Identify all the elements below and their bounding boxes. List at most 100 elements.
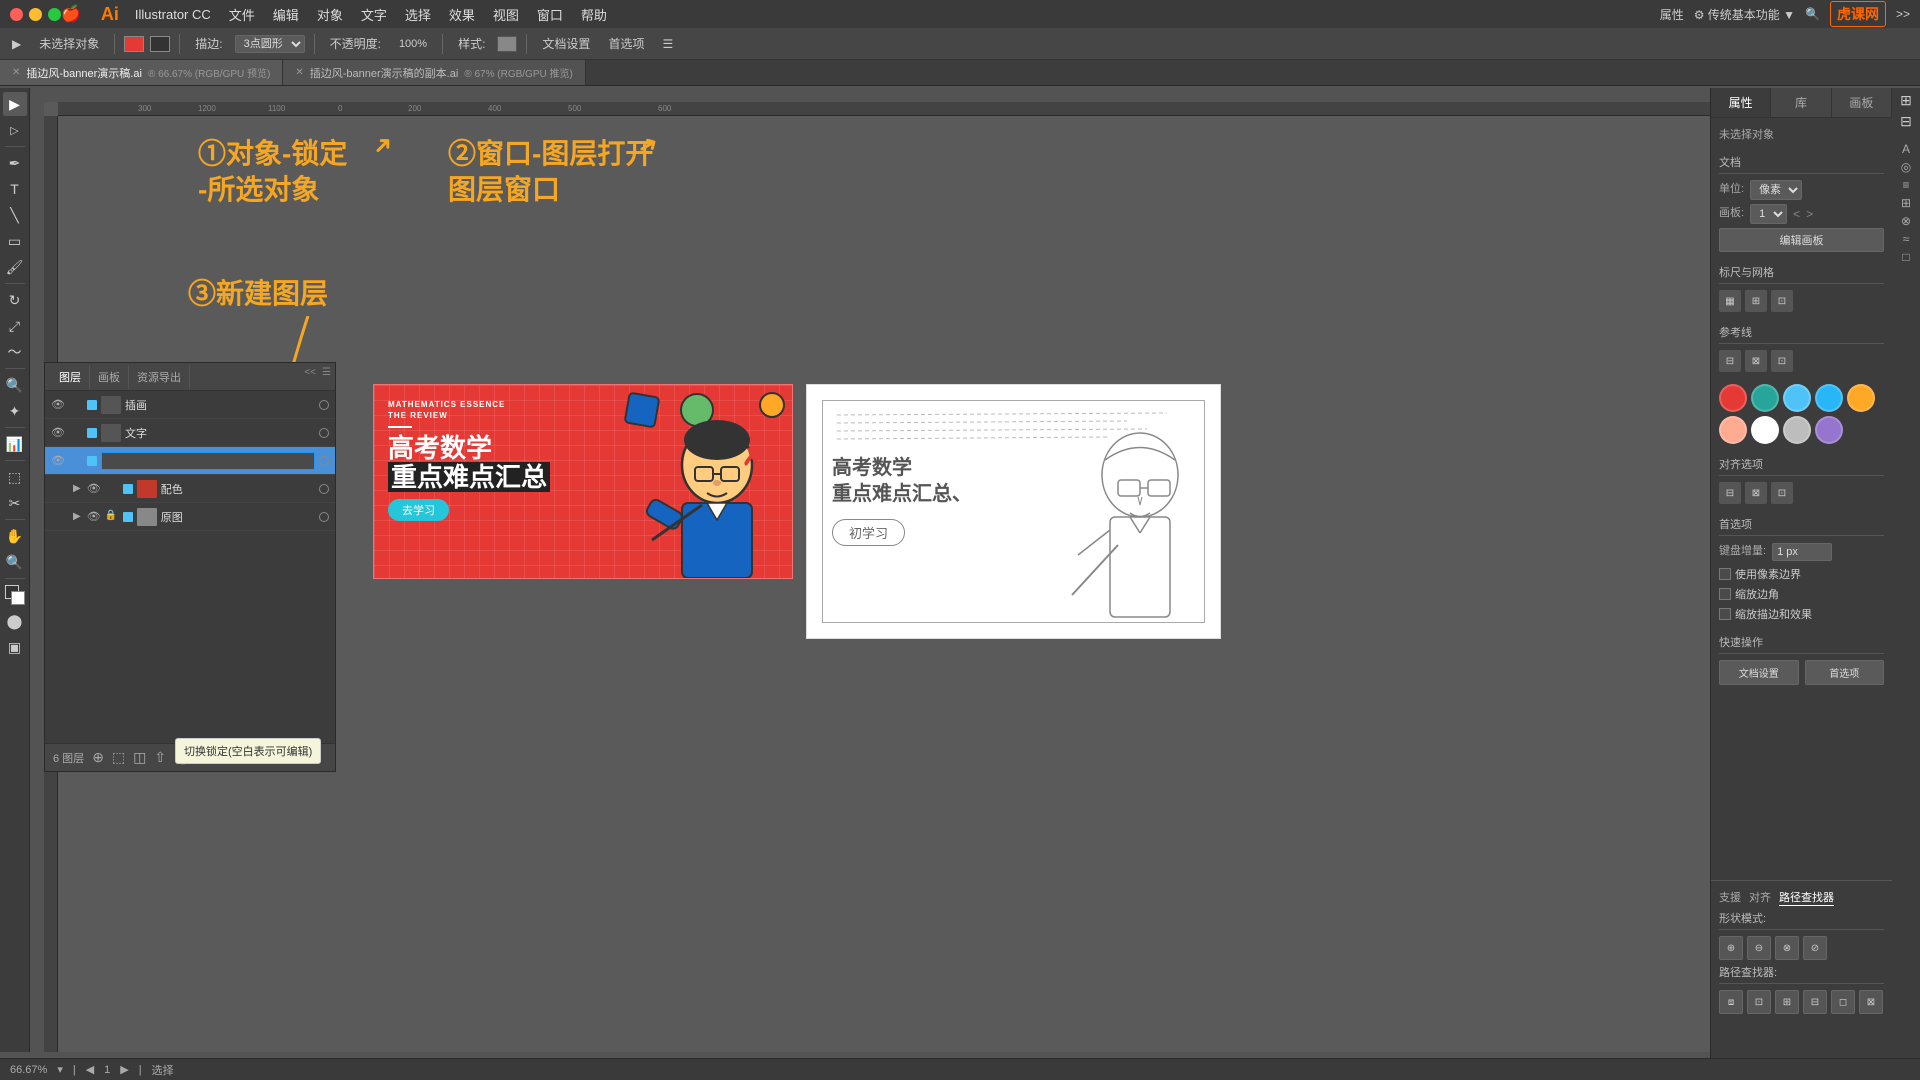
qa-preferences[interactable]: 首选项: [1805, 660, 1885, 685]
layer-visibility-2[interactable]: 👁: [51, 426, 65, 440]
layer-visibility-1[interactable]: 👁: [51, 398, 65, 412]
layer-item-4[interactable]: ▶ 👁 配色: [45, 475, 335, 503]
swatch-lightblue[interactable]: [1815, 384, 1843, 412]
zoom-tool-btn[interactable]: 🔍: [3, 550, 27, 574]
close-button[interactable]: [10, 8, 23, 21]
pf-outline[interactable]: ◻: [1831, 990, 1855, 1014]
layer-visibility-3[interactable]: 👁: [51, 454, 65, 468]
align-icon[interactable]: ⊞: [1901, 196, 1911, 210]
artboard-select[interactable]: 1: [1750, 204, 1787, 224]
panel-menu[interactable]: ☰: [322, 367, 331, 378]
shape-intersect[interactable]: ⊗: [1775, 936, 1799, 960]
layers-tab-export[interactable]: 资源导出: [129, 365, 190, 389]
shape-exclude[interactable]: ⊘: [1803, 936, 1827, 960]
menu-view[interactable]: 视图: [485, 3, 527, 26]
status-artboard-prev[interactable]: ◀: [86, 1063, 94, 1076]
blend-tool-btn[interactable]: ✦: [3, 399, 27, 423]
new-layer-icon[interactable]: ⊕: [92, 749, 104, 766]
align-right-icon[interactable]: ⊡: [1771, 482, 1793, 504]
style-swatch[interactable]: [497, 36, 517, 52]
align-center-icon[interactable]: ⊠: [1745, 482, 1767, 504]
pf-minus-back[interactable]: ⊠: [1859, 990, 1883, 1014]
appearance-icon[interactable]: ◎: [1901, 160, 1911, 174]
stroke-type-select[interactable]: 3点圆形: [235, 35, 305, 53]
new-sublayer-icon[interactable]: ◫: [133, 749, 146, 766]
fill-stroke-indicator[interactable]: [3, 583, 27, 607]
screen-mode-btn[interactable]: ▣: [3, 635, 27, 659]
sublayer-expand-4[interactable]: ▶: [73, 483, 81, 494]
pf-trim[interactable]: ⊡: [1747, 990, 1771, 1014]
tab-close-2[interactable]: ✕: [295, 67, 303, 78]
swatch-purple[interactable]: [1815, 416, 1843, 444]
layer-item-2[interactable]: 👁 文字: [45, 419, 335, 447]
artboard-left[interactable]: <: [1793, 207, 1800, 221]
stroke-color[interactable]: [150, 36, 170, 52]
maximize-button[interactable]: [48, 8, 61, 21]
layer-lock-1[interactable]: [69, 398, 83, 412]
guide-icon-1[interactable]: ⊟: [1719, 350, 1741, 372]
status-artboard-next[interactable]: ▶: [120, 1063, 128, 1076]
snap-corner-cb[interactable]: [1719, 588, 1731, 600]
tab-1[interactable]: ✕ 插边风-banner演示稿.ai ® 66.67% (RGB/GPU 预览): [0, 60, 283, 85]
menu-window[interactable]: 窗口: [529, 3, 571, 26]
banner-btn[interactable]: 去学习: [388, 499, 449, 521]
shape-minus[interactable]: ⊖: [1747, 936, 1771, 960]
properties-icon[interactable]: ⊞: [1900, 92, 1912, 109]
layer-item-3[interactable]: 👁: [45, 447, 335, 475]
shape-tool-btn[interactable]: ▭: [3, 229, 27, 253]
minimize-button[interactable]: [29, 8, 42, 21]
path-align-tab[interactable]: 对齐: [1749, 889, 1771, 906]
swatch-white[interactable]: [1751, 416, 1779, 444]
gradient-icon[interactable]: □: [1902, 250, 1909, 264]
rotate-tool-btn[interactable]: ↻: [3, 288, 27, 312]
pf-merge[interactable]: ⊞: [1775, 990, 1799, 1014]
layer-visibility-5[interactable]: 👁: [87, 510, 101, 524]
ruler-icon-2[interactable]: ⊞: [1745, 290, 1767, 312]
library-icon[interactable]: ⊟: [1900, 113, 1912, 130]
shape-unite[interactable]: ⊕: [1719, 936, 1743, 960]
layer-lock-4[interactable]: [105, 482, 119, 496]
doc-settings-btn[interactable]: 文档设置: [536, 33, 596, 54]
panel-tab-artboards[interactable]: 画板: [1832, 88, 1892, 117]
status-zoom-control[interactable]: ▾: [57, 1063, 63, 1076]
panel-collapse[interactable]: <<: [304, 367, 316, 378]
layer-lock-3[interactable]: [69, 454, 83, 468]
menu-edit[interactable]: 编辑: [265, 3, 307, 26]
guide-icon-3[interactable]: ⊡: [1771, 350, 1793, 372]
warp-tool-btn[interactable]: 〜: [3, 340, 27, 364]
layer-target-2[interactable]: [319, 428, 329, 438]
snap-pixel-cb[interactable]: [1719, 568, 1731, 580]
align-left-icon[interactable]: ⊟: [1719, 482, 1741, 504]
layers-tab-layers[interactable]: 图层: [51, 365, 90, 389]
layer-lock-2[interactable]: [69, 426, 83, 440]
swatch-red[interactable]: [1719, 384, 1747, 412]
hand-tool-btn[interactable]: ✋: [3, 524, 27, 548]
layer-target-5[interactable]: [319, 512, 329, 522]
artboard-sketch[interactable]: 高考数学 重点难点汇总、 初学习: [806, 384, 1221, 639]
toolbar-more[interactable]: ☰: [656, 35, 679, 53]
type-tool-btn[interactable]: T: [3, 177, 27, 201]
ruler-icon-3[interactable]: ⊡: [1771, 290, 1793, 312]
tab-2[interactable]: ✕ 插边风-banner演示稿的副本.ai ® 67% (RGB/GPU 推览): [283, 60, 585, 85]
pathfinder-icon[interactable]: ⊗: [1901, 214, 1911, 228]
layer-item-5[interactable]: ▶ 👁 🔒 原图: [45, 503, 335, 531]
panel-tab-library[interactable]: 库: [1771, 88, 1831, 117]
graph-tool-btn[interactable]: 📊: [3, 432, 27, 456]
pf-crop[interactable]: ⊟: [1803, 990, 1827, 1014]
pf-divide[interactable]: ⧈: [1719, 990, 1743, 1014]
layer-target-1[interactable]: [319, 400, 329, 410]
path-transform-tab[interactable]: 支援: [1719, 889, 1741, 906]
fill-color[interactable]: [124, 36, 144, 52]
layer-visibility-4[interactable]: 👁: [87, 482, 101, 496]
layer-target-3[interactable]: [319, 456, 329, 466]
layers-tab-artboards[interactable]: 画板: [90, 365, 129, 389]
selection-tool-btn[interactable]: ▶: [3, 92, 27, 116]
swatch-teal[interactable]: [1751, 384, 1779, 412]
eyedropper-tool-btn[interactable]: 🔍: [3, 373, 27, 397]
layer-target-4[interactable]: [319, 484, 329, 494]
swatch-blue[interactable]: [1783, 384, 1811, 412]
make-mask-icon[interactable]: ⬚: [112, 749, 125, 766]
guide-icon-2[interactable]: ⊠: [1745, 350, 1767, 372]
menu-select[interactable]: 选择: [397, 3, 439, 26]
direct-selection-tool-btn[interactable]: ▷: [3, 118, 27, 142]
